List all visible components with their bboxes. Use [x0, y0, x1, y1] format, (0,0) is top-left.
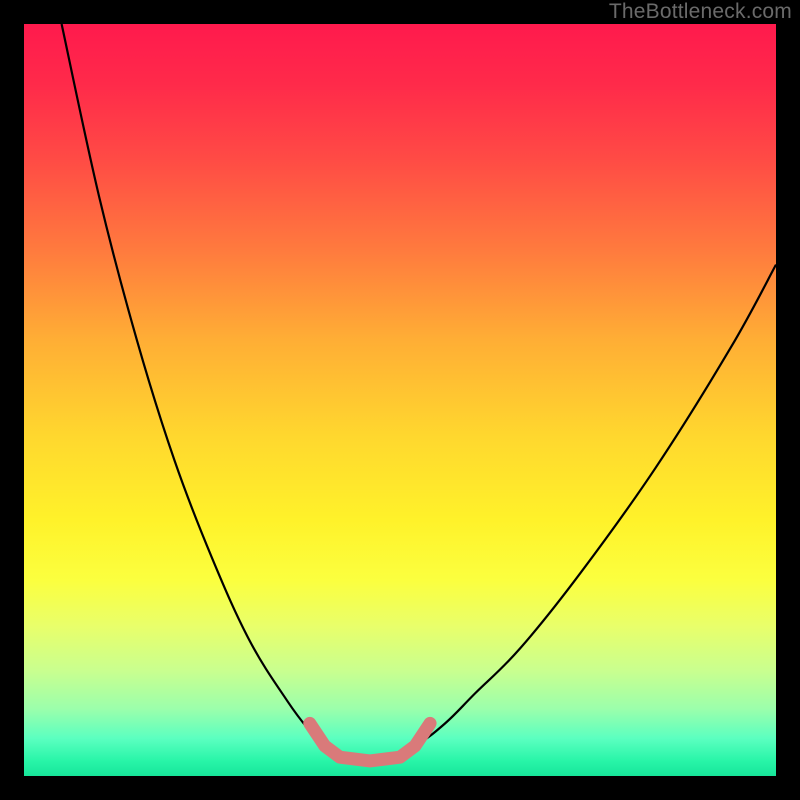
curve-right-branch [355, 265, 776, 762]
curve-left-branch [62, 24, 355, 761]
bottom-trough-marker [310, 723, 430, 761]
chart-area [24, 24, 776, 776]
bottleneck-plot [24, 24, 776, 776]
watermark-text: TheBottleneck.com [609, 0, 792, 24]
